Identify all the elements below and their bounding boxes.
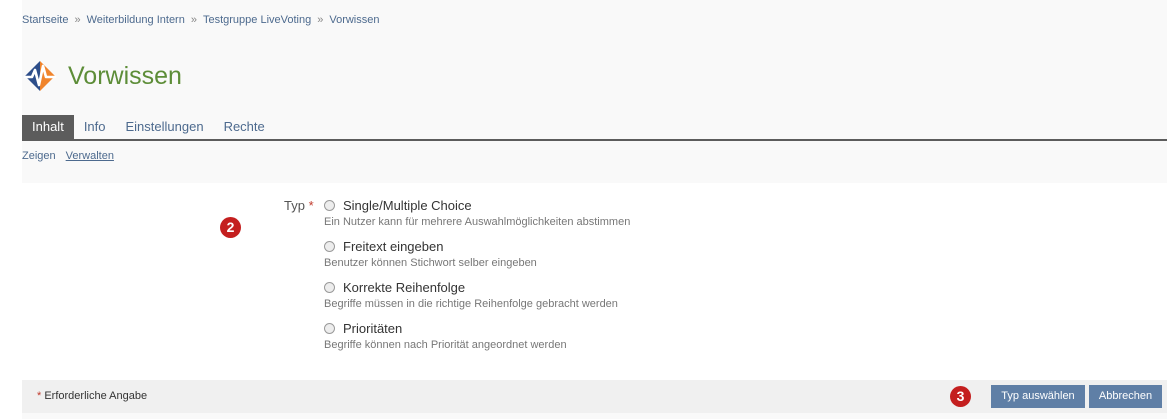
step-badge-3: 3	[950, 386, 971, 407]
subtab-bar: Zeigen Verwalten	[22, 150, 124, 162]
type-options: Single/Multiple Choice Ein Nutzer kann f…	[324, 196, 630, 360]
select-type-button[interactable]: Typ auswählen	[991, 385, 1085, 408]
breadcrumb-item-testgruppe[interactable]: Testgruppe LiveVoting	[203, 14, 311, 26]
tab-rechte[interactable]: Rechte	[214, 115, 275, 139]
required-marker: *	[308, 198, 314, 213]
cancel-button[interactable]: Abbrechen	[1089, 385, 1162, 408]
required-note-text: Erforderliche Angabe	[44, 390, 148, 402]
page-title: Vorwissen	[68, 61, 182, 90]
type-label-text: Typ	[284, 198, 305, 213]
required-note: * Erforderliche Angabe	[37, 390, 147, 402]
breadcrumb-separator: »	[190, 14, 197, 26]
page-header: Vorwissen	[22, 58, 182, 94]
breadcrumb-separator: »	[317, 14, 324, 26]
type-label: Typ *	[284, 198, 314, 213]
breadcrumb-item-vorwissen[interactable]: Vorwissen	[329, 14, 379, 26]
subtab-verwalten[interactable]: Verwalten	[66, 150, 114, 162]
option-label[interactable]: Freitext eingeben	[343, 239, 443, 254]
option-korrekte-reihenfolge: Korrekte Reihenfolge Begriffe müssen in …	[324, 278, 630, 314]
breadcrumb-separator: »	[74, 14, 81, 26]
option-single-multiple-choice: Single/Multiple Choice Ein Nutzer kann f…	[324, 196, 630, 232]
radio-button[interactable]	[324, 199, 335, 211]
tab-einstellungen[interactable]: Einstellungen	[116, 115, 214, 139]
required-marker: *	[37, 390, 42, 402]
subtab-zeigen[interactable]: Zeigen	[22, 150, 56, 162]
option-description: Begriffe müssen in die richtige Reihenfo…	[324, 298, 618, 310]
tab-inhalt[interactable]: Inhalt	[22, 115, 74, 139]
option-label[interactable]: Single/Multiple Choice	[343, 198, 472, 213]
step-badge-2: 2	[220, 217, 241, 238]
option-row[interactable]: Korrekte Reihenfolge	[324, 278, 630, 296]
type-selection-form: Typ * 2 Single/Multiple Choice Ein Nutze…	[22, 183, 1167, 380]
option-row[interactable]: Freitext eingeben	[324, 237, 630, 255]
option-description: Begriffe können nach Priorität angeordne…	[324, 339, 567, 351]
tab-info[interactable]: Info	[74, 115, 116, 139]
option-description: Ein Nutzer kann für mehrere Auswahlmögli…	[324, 216, 631, 228]
page: Startseite » Weiterbildung Intern » Testgrup…	[22, 0, 1167, 419]
option-freitext: Freitext eingeben Benutzer können Stichw…	[324, 237, 630, 273]
option-row[interactable]: Single/Multiple Choice	[324, 196, 630, 214]
radio-button[interactable]	[324, 240, 335, 252]
option-label[interactable]: Korrekte Reihenfolge	[343, 280, 465, 295]
option-prioritaeten: Prioritäten Begriffe können nach Priorit…	[324, 319, 630, 355]
radio-button[interactable]	[324, 322, 335, 334]
livevoting-icon	[23, 61, 57, 91]
tab-bar: Inhalt Info Einstellungen Rechte	[22, 115, 1167, 141]
breadcrumb-item-startseite[interactable]: Startseite	[22, 14, 68, 26]
breadcrumb-item-weiterbildung[interactable]: Weiterbildung Intern	[87, 14, 185, 26]
radio-button[interactable]	[324, 281, 335, 293]
breadcrumb: Startseite » Weiterbildung Intern » Testgrup…	[22, 14, 379, 26]
option-description: Benutzer können Stichwort selber eingebe…	[324, 257, 537, 269]
option-row[interactable]: Prioritäten	[324, 319, 630, 337]
form-footer: * Erforderliche Angabe 3 Typ auswählen A…	[22, 380, 1167, 413]
option-label[interactable]: Prioritäten	[343, 321, 402, 336]
